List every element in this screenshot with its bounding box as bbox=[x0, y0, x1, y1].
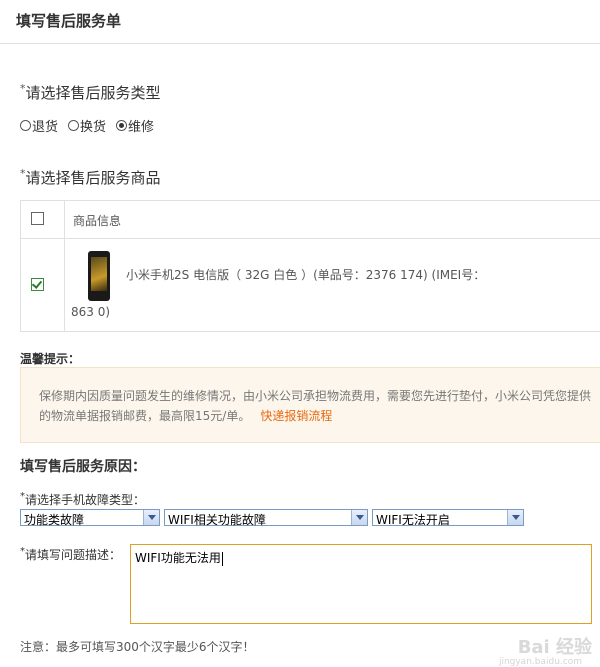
problem-description-textarea[interactable]: WIFI功能无法用 bbox=[130, 544, 592, 624]
product-description: 小米手机2S 电信版（ 32G 白色 ）(单品号：2376 174) (IMEI… bbox=[126, 268, 486, 282]
table-divider bbox=[64, 201, 65, 331]
radio-exchange[interactable]: 换货 bbox=[68, 116, 106, 135]
fault-subcategory-select[interactable]: WIFI相关功能故障 bbox=[164, 509, 368, 527]
product-info-header: 商品信息 bbox=[73, 214, 122, 228]
tip-text: 保修期内因质量问题发生的维修情况，由小米公司承担物流费用，需要您先进行垫付，小米… bbox=[39, 389, 592, 423]
fault-detail-select[interactable]: WIFI无法开启 bbox=[372, 509, 524, 527]
chevron-down-icon bbox=[143, 510, 159, 525]
chevron-down-icon bbox=[351, 510, 367, 525]
description-value: WIFI功能无法用 bbox=[135, 551, 221, 565]
fault-category-select[interactable]: 功能类故障 bbox=[20, 509, 160, 527]
product-table: 商品信息 小米手机2S 电信版（ 32G 白色 ）(单品号：2376 174) … bbox=[20, 200, 600, 332]
product-section-title: *请选择售后服务商品 bbox=[20, 167, 161, 187]
chevron-down-icon bbox=[507, 510, 523, 525]
product-checkbox[interactable] bbox=[31, 278, 44, 291]
reason-title: 填写售后服务原因： bbox=[20, 459, 146, 475]
tip-box: 保修期内因质量问题发生的维修情况，由小米公司承担物流费用，需要您先进行垫付，小米… bbox=[20, 367, 600, 443]
watermark-url: jingyan.baidu.com bbox=[498, 657, 582, 667]
service-type-options: 退货 换货 维修 bbox=[20, 116, 154, 135]
page-header: 填写售后服务单 bbox=[0, 0, 600, 44]
radio-checked-icon bbox=[116, 120, 128, 131]
phone-screen bbox=[91, 257, 107, 291]
radio-circle-icon bbox=[68, 120, 80, 131]
select-all-checkbox[interactable] bbox=[31, 212, 44, 225]
tip-label: 温馨提示： bbox=[20, 352, 81, 366]
watermark-logo: Bai 经验 bbox=[517, 637, 592, 658]
radio-return[interactable]: 退货 bbox=[20, 116, 58, 135]
express-reimburse-link[interactable]: 快递报销流程 bbox=[260, 409, 332, 423]
product-imei: 863 0) bbox=[71, 305, 111, 319]
page-title: 填写售后服务单 bbox=[16, 12, 122, 30]
length-note: 注意：最多可填写300个汉字最少6个汉字！ bbox=[20, 640, 255, 654]
radio-circle-icon bbox=[20, 120, 31, 131]
description-label: *请填写问题描述： bbox=[20, 546, 122, 562]
radio-repair[interactable]: 维修 bbox=[116, 116, 154, 135]
service-type-title: *请选择售后服务类型 bbox=[20, 82, 161, 102]
text-caret bbox=[221, 551, 223, 566]
fault-type-label: *请选择手机故障类型： bbox=[20, 491, 146, 507]
